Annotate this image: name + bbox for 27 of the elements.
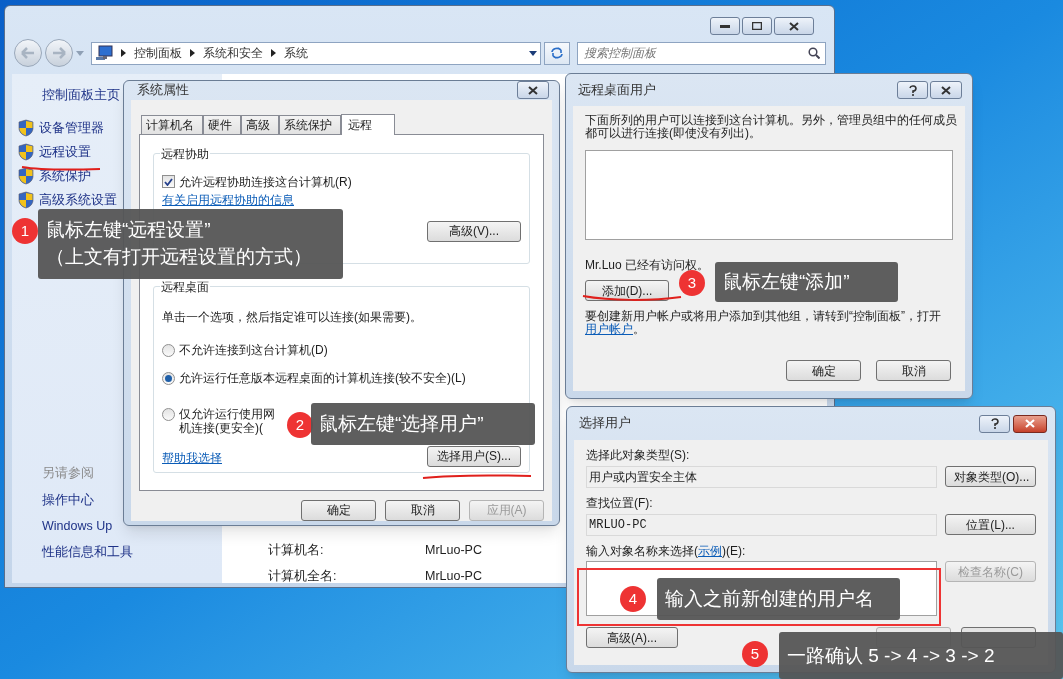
dialog-title: 远程桌面用户 xyxy=(578,81,656,99)
radio-label: 允许运行任意版本远程桌面的计算机连接(较不安全)(L) xyxy=(179,370,467,385)
annotation-tooltip: 鼠标左键“添加” xyxy=(715,262,898,302)
radio-label: 仅允许运行使用网 xyxy=(179,406,275,421)
field-label: 计算机全名: xyxy=(268,568,338,583)
dialog-title: 系统属性 xyxy=(137,82,189,99)
read-only-field: 用户或内置安全主体 xyxy=(586,466,937,488)
annotation-tooltip: 鼠标左键“选择用户” xyxy=(311,403,535,445)
access-note: Mr.Luo 已经有访问权。 xyxy=(585,257,711,272)
description-text: 下面所列的用户可以连接到这台计算机。另外，管理员组中的任何成员都可以进行连接(即使没有列出)。 xyxy=(585,114,957,140)
annotation-tooltip: 鼠标左键“远程设置” （上文有打开远程设置的方式） xyxy=(38,209,343,279)
annotation-tooltip: 一路确认 5 -> 4 -> 3 -> 2 xyxy=(779,632,1063,679)
field-value: MrLuo-PC xyxy=(425,568,482,583)
radio-label: 不允许连接到这台计算机(D) xyxy=(179,342,329,357)
field-label: 输入对象名称来选择(示例)(E): xyxy=(586,543,747,558)
section-heading: 另请参阅 xyxy=(42,465,95,483)
annotation-tooltip: 输入之前新创建的用户名 xyxy=(657,578,900,620)
dialog-title: 选择用户 xyxy=(579,415,631,433)
instruction-text: 单击一个选项，然后指定谁可以连接(如果需要)。 xyxy=(162,308,423,326)
radio-label: 机连接(更安全)( xyxy=(179,420,264,435)
field-label: 查找位置(F): xyxy=(586,495,654,510)
read-only-field: MRLUO-PC xyxy=(586,514,938,536)
help-text: 要创建新用户帐户或将用户添加到其他组，请转到“控制面板”，打开 用户帐户。 xyxy=(585,310,942,336)
field-value: MrLuo-PC xyxy=(425,542,482,557)
field-label: 选择此对象类型(S): xyxy=(586,447,691,462)
checkbox-label: 允许远程协助连接这台计算机(R) xyxy=(179,173,352,191)
field-label: 计算机名: xyxy=(268,542,325,557)
